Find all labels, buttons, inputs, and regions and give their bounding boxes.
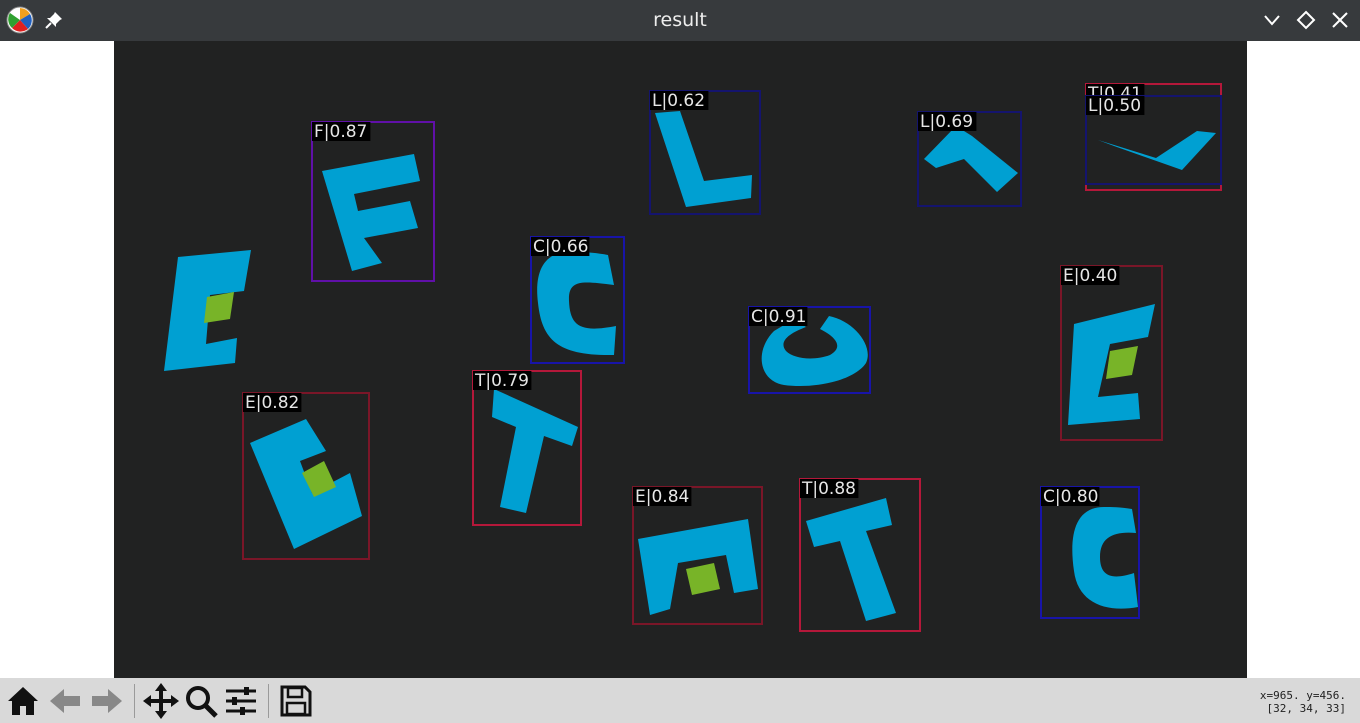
close-x-icon[interactable] xyxy=(1330,10,1350,30)
result-image: F|0.87L|0.62L|0.69T|0.41L|0.50C|0.66C|0.… xyxy=(164,83,1222,632)
letter-v-shape xyxy=(1098,131,1216,170)
detection-label: T|0.88 xyxy=(801,479,856,499)
pixel-value: [32, 34, 33] xyxy=(1266,702,1346,715)
letter-t-shape xyxy=(492,389,578,513)
forward-arrow-icon[interactable] xyxy=(88,682,126,720)
detection-label: L|0.62 xyxy=(652,91,705,111)
letter-l-shape xyxy=(655,111,752,207)
letter-t-shape xyxy=(806,498,896,621)
detection-label: T|0.79 xyxy=(474,371,529,391)
minimize-chevron-icon[interactable] xyxy=(1262,10,1282,30)
save-floppy-icon[interactable] xyxy=(277,682,315,720)
toolbar-separator xyxy=(134,684,135,718)
detection-label: C|0.66 xyxy=(533,237,588,257)
window-titlebar: result xyxy=(0,0,1360,41)
pan-move-icon[interactable] xyxy=(142,682,180,720)
configure-subplots-icon[interactable] xyxy=(222,682,260,720)
detection-label: C|0.91 xyxy=(751,307,806,327)
green-marker xyxy=(686,563,720,595)
detection-label: F|0.87 xyxy=(314,122,367,142)
letter-f-shape xyxy=(322,154,420,271)
navigation-toolbar: x=965. y=456. [32, 34, 33] xyxy=(0,678,1360,723)
green-marker xyxy=(1106,346,1138,379)
letter-shapes xyxy=(164,111,1216,621)
detection-label: E|0.40 xyxy=(1063,266,1117,286)
letter-e-shape xyxy=(250,419,362,549)
maximize-diamond-icon[interactable] xyxy=(1296,10,1316,30)
toolbar-separator xyxy=(268,684,269,718)
letter-c-shape xyxy=(1072,507,1138,609)
detection-label: L|0.50 xyxy=(1088,96,1141,116)
cursor-readout: x=965. y=456. [32, 34, 33] xyxy=(1260,689,1346,715)
zoom-magnifier-icon[interactable] xyxy=(182,682,220,720)
image-canvas[interactable]: F|0.87 L|0.62 L|0.69 T|0.41 L|0.50 C|0.66 C|0.… xyxy=(114,41,1247,678)
letter-c-shape xyxy=(537,251,616,356)
home-icon[interactable] xyxy=(4,682,42,720)
cursor-position: x=965. y=456. xyxy=(1259,689,1346,702)
detection-label: C|0.80 xyxy=(1043,487,1098,507)
back-arrow-icon[interactable] xyxy=(46,682,84,720)
window-title: result xyxy=(653,9,707,31)
letter-l-shape xyxy=(924,126,1018,192)
detection-label: E|0.82 xyxy=(245,393,299,413)
detection-label: L|0.69 xyxy=(920,112,973,132)
detection-label: E|0.84 xyxy=(635,487,689,507)
